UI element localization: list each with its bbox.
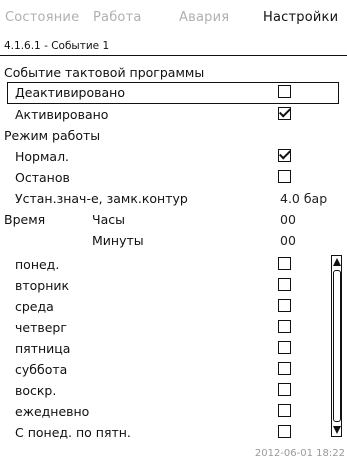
section-title: Событие тактовой программы <box>0 62 347 83</box>
mode-title-text: Режим работы <box>4 128 101 143</box>
breadcrumb: 4.1.6.1 - Событие 1 <box>4 40 110 52</box>
day-checkbox[interactable] <box>278 383 291 396</box>
day-row[interactable]: вторник <box>0 275 347 296</box>
day-label: С понед. по пятн. <box>15 425 131 440</box>
day-row[interactable]: ежедневно <box>0 401 347 422</box>
tab-status[interactable]: Состояние <box>5 10 79 25</box>
time-title: Время <box>4 212 46 227</box>
hours-value[interactable]: 00 <box>280 209 296 230</box>
normal-checkbox[interactable] <box>278 149 291 162</box>
day-label: понед. <box>15 257 60 272</box>
day-row[interactable]: четверг <box>0 317 347 338</box>
day-checkbox[interactable] <box>278 257 291 270</box>
day-row[interactable]: понед. <box>0 254 347 275</box>
time-minutes-row[interactable]: Минуты 00 <box>0 230 347 251</box>
day-label: среда <box>15 299 54 314</box>
day-checkbox[interactable] <box>278 278 291 291</box>
day-label: суббота <box>15 362 68 377</box>
scroll-down-icon[interactable] <box>333 426 341 434</box>
day-label: воскр. <box>15 383 57 398</box>
tab-operation[interactable]: Работа <box>93 10 142 25</box>
option-stop[interactable]: Останов <box>0 167 347 188</box>
day-checkbox[interactable] <box>278 425 291 438</box>
day-row[interactable]: воскр. <box>0 380 347 401</box>
time-hours-row[interactable]: Время Часы 00 <box>0 209 347 230</box>
option-activated-label: Активировано <box>15 107 109 122</box>
status-datetime: 2012-06-01 18:22 <box>254 448 345 459</box>
stop-checkbox[interactable] <box>278 170 291 183</box>
mode-title: Режим работы <box>0 125 347 146</box>
header-divider <box>0 55 347 56</box>
tab-settings[interactable]: Настройки <box>263 10 338 25</box>
day-row[interactable]: среда <box>0 296 347 317</box>
option-deactivated[interactable]: Деактивировано <box>0 82 347 103</box>
day-row[interactable]: пятница <box>0 338 347 359</box>
option-activated[interactable]: Активировано <box>0 104 347 125</box>
option-setpoint-label: Устан.знач-е, замк.контур <box>15 191 188 206</box>
day-checkbox[interactable] <box>278 341 291 354</box>
scroll-up-icon[interactable] <box>333 258 341 266</box>
deactivated-checkbox[interactable] <box>278 85 291 98</box>
day-row[interactable]: С понед. по пятн. <box>0 422 347 443</box>
day-checkbox[interactable] <box>278 404 291 417</box>
day-checkbox[interactable] <box>278 320 291 333</box>
scrollbar[interactable] <box>331 255 342 437</box>
tab-bar: Состояние Работа Авария Настройки <box>0 0 347 34</box>
day-label: пятница <box>15 341 71 356</box>
scroll-thumb[interactable] <box>333 270 341 422</box>
section-title-text: Событие тактовой программы <box>4 65 205 80</box>
option-deactivated-label: Деактивировано <box>15 85 125 100</box>
day-checkbox[interactable] <box>278 299 291 312</box>
day-label: вторник <box>15 278 70 293</box>
setpoint-value[interactable]: 4.0 бар <box>280 188 327 209</box>
option-stop-label: Останов <box>15 170 70 185</box>
option-normal-label: Нормал. <box>15 149 70 164</box>
option-normal[interactable]: Нормал. <box>0 146 347 167</box>
day-row[interactable]: суббота <box>0 359 347 380</box>
activated-checkbox[interactable] <box>278 107 291 120</box>
option-setpoint[interactable]: Устан.знач-е, замк.контур 4.0 бар <box>0 188 347 209</box>
tab-alarm[interactable]: Авария <box>179 10 229 25</box>
hours-label: Часы <box>92 212 125 227</box>
minutes-value[interactable]: 00 <box>280 230 296 251</box>
day-label: четверг <box>15 320 67 335</box>
day-checkbox[interactable] <box>278 362 291 375</box>
day-label: ежедневно <box>15 404 90 419</box>
minutes-label: Минуты <box>92 233 144 248</box>
